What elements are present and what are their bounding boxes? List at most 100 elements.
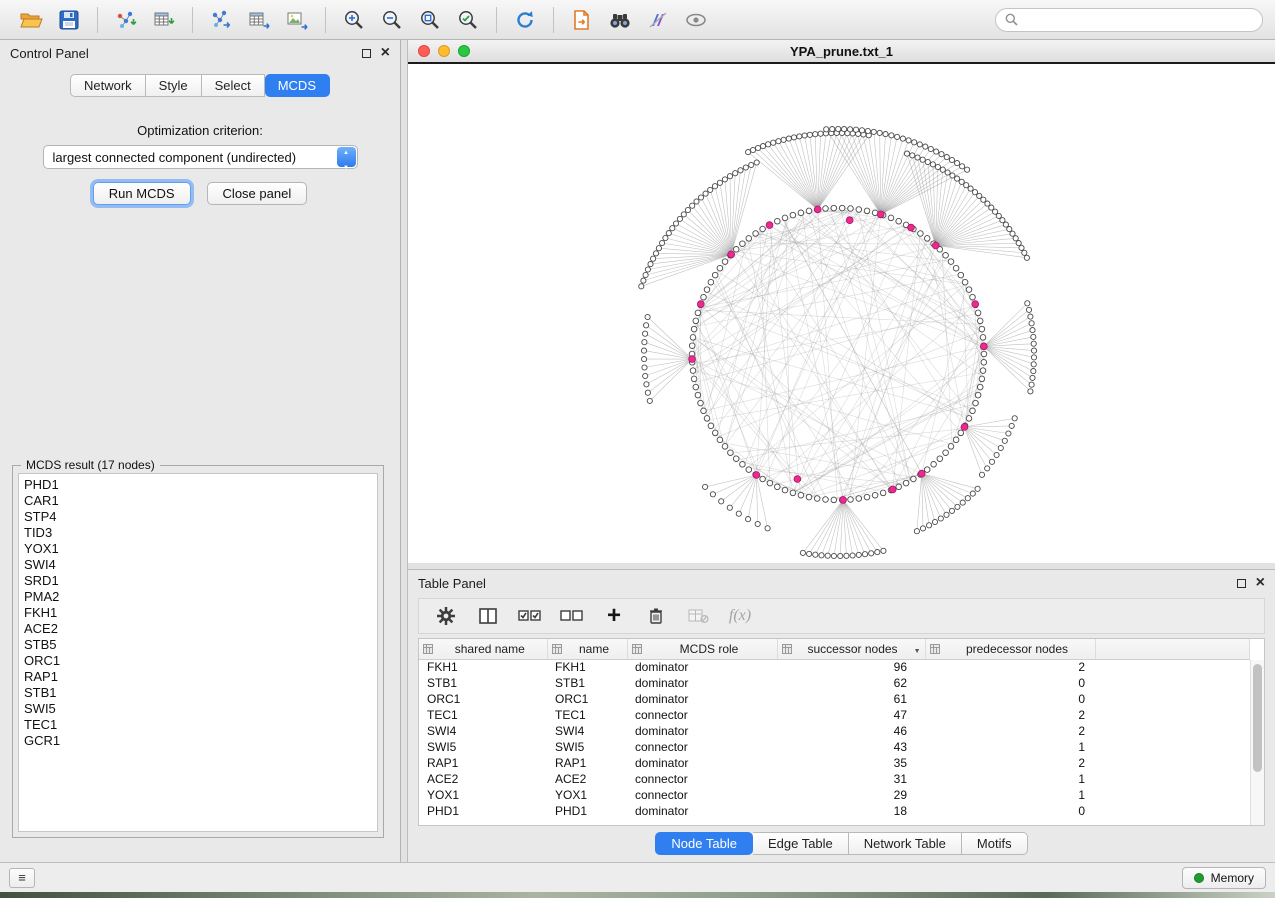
network-node[interactable] (823, 206, 829, 212)
network-node[interactable] (813, 132, 818, 137)
network-node[interactable] (960, 500, 965, 505)
network-node[interactable] (1003, 222, 1008, 227)
network-node-dominator[interactable] (918, 470, 925, 477)
network-node[interactable] (850, 553, 855, 558)
network-node[interactable] (782, 487, 788, 493)
network-node-dominator[interactable] (932, 242, 939, 249)
network-node[interactable] (1031, 348, 1036, 353)
network-node-dominator[interactable] (980, 343, 987, 350)
network-node[interactable] (1007, 227, 1012, 232)
show-columns-button[interactable] (471, 601, 505, 631)
network-node[interactable] (962, 279, 968, 285)
network-node[interactable] (760, 476, 766, 482)
mcds-result-item[interactable]: SWI5 (24, 701, 372, 717)
window-maximize-icon[interactable] (458, 45, 470, 57)
tab-network[interactable]: Network (70, 74, 146, 97)
network-node[interactable] (955, 504, 960, 509)
delete-table-button-disabled[interactable] (681, 601, 715, 631)
network-node[interactable] (690, 203, 695, 208)
sort-caret-icon[interactable] (914, 642, 921, 656)
network-node[interactable] (871, 129, 876, 134)
network-node[interactable] (642, 365, 647, 370)
window-minimize-icon[interactable] (438, 45, 450, 57)
network-node[interactable] (693, 384, 699, 390)
network-node[interactable] (701, 294, 707, 300)
network-node[interactable] (728, 450, 734, 456)
network-node[interactable] (912, 140, 917, 145)
network-node[interactable] (719, 499, 724, 504)
network-node[interactable] (906, 138, 911, 143)
network-node-dominator[interactable] (697, 301, 704, 308)
network-node[interactable] (798, 492, 804, 498)
network-node[interactable] (733, 171, 738, 176)
network-node[interactable] (856, 552, 861, 557)
tab-network-table[interactable]: Network Table (849, 832, 962, 855)
network-node-dominator[interactable] (908, 224, 915, 231)
network-node[interactable] (681, 212, 686, 217)
network-node[interactable] (862, 552, 867, 557)
network-node[interactable] (802, 133, 807, 138)
network-node-dominator[interactable] (961, 424, 968, 431)
mcds-result-list[interactable]: PHD1CAR1STP4TID3YOX1SWI4SRD1PMA2FKH1ACE2… (18, 473, 378, 832)
network-node[interactable] (864, 494, 870, 500)
network-node[interactable] (970, 491, 975, 496)
network-node[interactable] (960, 164, 965, 169)
network-node[interactable] (750, 147, 755, 152)
network-node[interactable] (1031, 341, 1036, 346)
network-node[interactable] (948, 259, 954, 265)
network-node[interactable] (848, 127, 853, 132)
network-node[interactable] (985, 466, 990, 471)
network-node[interactable] (970, 294, 976, 300)
network-node[interactable] (927, 523, 932, 528)
network-node[interactable] (934, 149, 939, 154)
network-node[interactable] (760, 226, 766, 232)
network-node[interactable] (994, 452, 999, 457)
network-node[interactable] (959, 179, 964, 184)
network-node[interactable] (1024, 255, 1029, 260)
network-graph[interactable] (408, 66, 1275, 563)
network-node[interactable] (814, 496, 820, 502)
network-node[interactable] (771, 140, 776, 145)
tab-select[interactable]: Select (202, 74, 265, 97)
select-all-rows-button[interactable] (513, 601, 547, 631)
network-node[interactable] (694, 199, 699, 204)
network-node[interactable] (1022, 250, 1027, 255)
network-node[interactable] (790, 490, 796, 496)
network-node[interactable] (722, 259, 728, 265)
network-node[interactable] (958, 430, 964, 436)
network-node[interactable] (981, 351, 987, 357)
network-node[interactable] (733, 247, 739, 253)
network-node[interactable] (824, 127, 829, 132)
network-node[interactable] (1030, 375, 1035, 380)
network-node[interactable] (1031, 362, 1036, 367)
show-hide-details-button[interactable] (677, 4, 715, 36)
network-node[interactable] (643, 272, 648, 277)
network-node[interactable] (712, 430, 718, 436)
network-canvas[interactable] (408, 66, 1275, 563)
network-node[interactable] (966, 287, 972, 293)
network-node-dominator[interactable] (689, 356, 696, 363)
network-node[interactable] (938, 516, 943, 521)
node-table-row[interactable]: SWI4SWI4dominator462 (419, 723, 1250, 739)
network-node[interactable] (875, 550, 880, 555)
network-node[interactable] (930, 162, 935, 167)
memory-button[interactable]: Memory (1182, 867, 1266, 889)
zoom-in-button[interactable] (335, 4, 373, 36)
node-table-row[interactable]: TEC1TEC1connector472 (419, 707, 1250, 723)
network-node[interactable] (663, 235, 668, 240)
status-menu-button[interactable] (9, 868, 35, 888)
network-node[interactable] (717, 437, 723, 443)
node-table-row[interactable]: SWI5SWI5connector431 (419, 739, 1250, 755)
network-node[interactable] (975, 392, 981, 398)
network-node[interactable] (1028, 314, 1033, 319)
network-node[interactable] (722, 177, 727, 182)
network-node[interactable] (848, 497, 854, 503)
network-node[interactable] (989, 459, 994, 464)
network-node[interactable] (753, 231, 759, 237)
close-table-panel-button[interactable] (1256, 578, 1265, 588)
network-node[interactable] (973, 400, 979, 406)
node-table-row[interactable]: FKH1FKH1dominator962 (419, 659, 1250, 675)
network-node[interactable] (877, 130, 882, 135)
network-node[interactable] (738, 168, 743, 173)
network-node[interactable] (825, 553, 830, 558)
